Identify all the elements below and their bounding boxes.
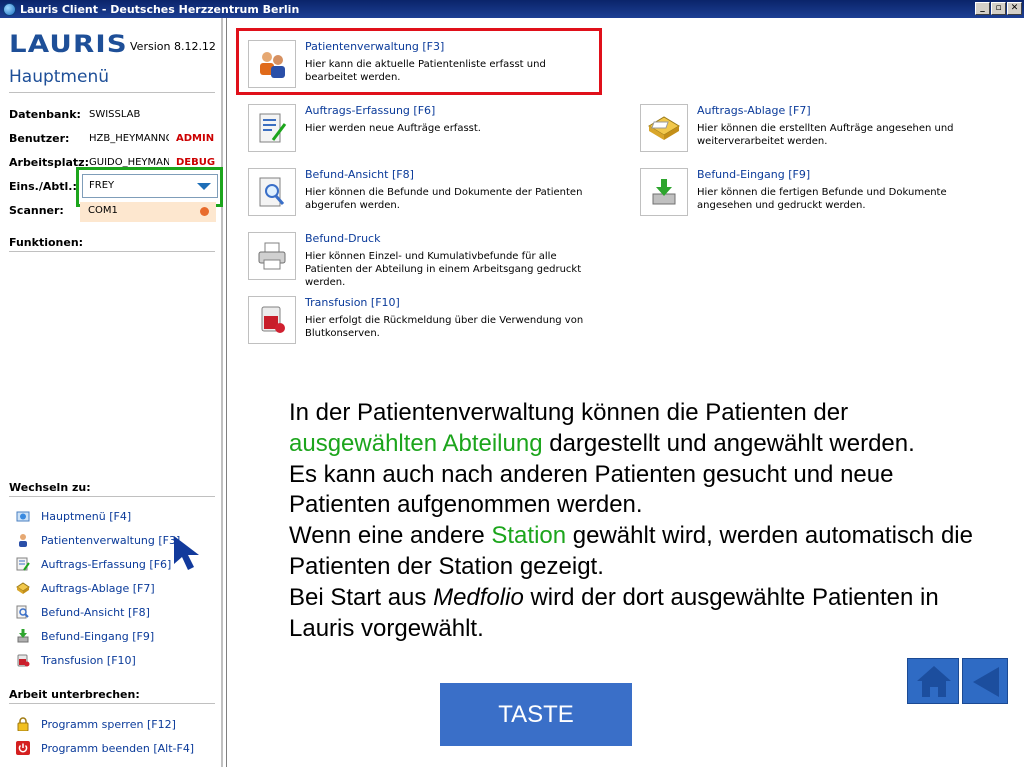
scanner-field[interactable]: COM1 [80, 202, 216, 222]
globe-icon [3, 2, 16, 16]
tray-icon [16, 582, 30, 594]
tile-desc: Hier können die erstellten Aufträge ange… [697, 123, 954, 147]
lauris-logo: LAURIS [9, 30, 128, 58]
db-label: Datenbank: [9, 108, 81, 121]
nav-label: Auftrags-Ablage [F7] [41, 581, 155, 595]
explanation-text: In der Patientenverwaltung können die Pa… [289, 398, 989, 644]
home-icon [917, 666, 951, 697]
minimize-button[interactable]: _ [975, 2, 990, 15]
nav-patientenverwaltung[interactable]: Patientenverwaltung [F3] [16, 532, 180, 548]
nav-auftrags-ablage[interactable]: Auftrags-Ablage [F7] [16, 580, 155, 596]
nav-label: Programm beenden [Alt-F4] [41, 741, 195, 755]
window-titlebar: Lauris Client - Deutsches Herzzentrum Be… [0, 0, 1024, 18]
taste-button[interactable]: TASTE [440, 683, 632, 746]
functions-title: Funktionen: [9, 236, 84, 249]
tile-desc: Hier können die fertigen Befunde und Dok… [697, 187, 947, 211]
tile-auftrags-erfassung[interactable]: Auftrags-Erfassung [F6] Hier werden neue… [248, 104, 598, 156]
nav-label: Befund-Ansicht [F8] [41, 605, 150, 619]
tile-desc: Hier erfolgt die Rückmeldung über die Ve… [305, 315, 584, 339]
pointer-arrow-icon [174, 536, 199, 570]
db-value: SWISSLAB [89, 109, 141, 120]
tile-title: Befund-Druck [305, 232, 381, 245]
home-globe-icon [16, 511, 30, 522]
explain-p1-end: dargestellt und angewählt werden. [542, 429, 915, 457]
explain-p1: In der Patientenverwaltung können die Pa… [289, 399, 849, 426]
tray-icon [640, 104, 688, 152]
explain-p3: Wenn eine andere [289, 522, 492, 550]
divider [9, 496, 215, 497]
window-title: Lauris Client - Deutsches Herzzentrum Be… [20, 2, 300, 16]
magnifier-doc-icon [248, 168, 296, 216]
dept-label: Eins./Abtl.: [9, 180, 77, 193]
power-icon [16, 741, 30, 755]
page-title: Hauptmenü [9, 67, 109, 87]
maximize-button[interactable]: ▫ [991, 2, 1006, 15]
printer-icon [248, 232, 296, 280]
tile-desc: Hier werden neue Aufträge erfasst. [305, 123, 481, 134]
back-button[interactable] [962, 658, 1008, 704]
form-edit-icon [16, 557, 30, 571]
divider [9, 92, 215, 93]
nav-transfusion[interactable]: Transfusion [F10] [16, 652, 136, 668]
lock-program-item[interactable]: Programm sperren [F12] [16, 716, 176, 732]
explain-p2: Es kann auch nach anderen Patienten gesu… [289, 460, 894, 519]
pause-title: Arbeit unterbrechen: [9, 688, 140, 701]
tile-befund-druck[interactable]: Befund-Druck Hier können Einzel- und Kum… [248, 232, 598, 288]
back-arrow-icon [973, 667, 999, 697]
tile-title: Befund-Eingang [F9] [697, 168, 811, 181]
download-box-icon [640, 168, 688, 216]
status-dot-icon [200, 207, 209, 216]
nav-hauptmenu[interactable]: Hauptmenü [F4] [16, 508, 131, 524]
form-edit-icon [248, 104, 296, 152]
switch-title: Wechseln zu: [9, 481, 91, 494]
version-label: Version 8.12.12 [130, 40, 216, 53]
quit-program-item[interactable]: Programm beenden [Alt-F4] [16, 740, 194, 756]
explain-p3-highlight: Station [491, 522, 567, 550]
tile-title: Auftrags-Ablage [F7] [697, 104, 811, 117]
explain-p4: Bei Start aus [289, 583, 434, 611]
tile-title: Befund-Ansicht [F8] [305, 168, 414, 181]
tile-auftrags-ablage[interactable]: Auftrags-Ablage [F7] Hier können die ers… [640, 104, 1010, 156]
nav-label: Befund-Eingang [F9] [41, 629, 155, 643]
user-label: Benutzer: [9, 132, 70, 145]
scanner-value: COM1 [88, 205, 118, 216]
nav-befund-ansicht[interactable]: Befund-Ansicht [F8] [16, 604, 150, 620]
scanner-label: Scanner: [9, 204, 64, 217]
tile-desc: Hier können Einzel- und Kumulativbefunde… [305, 251, 582, 288]
divider [9, 703, 215, 704]
lock-icon [17, 717, 29, 731]
magnifier-doc-icon [16, 605, 29, 619]
close-button[interactable]: ✕ [1007, 2, 1022, 15]
nav-label: Auftrags-Erfassung [F6] [41, 557, 172, 571]
tile-title: Auftrags-Erfassung [F6] [305, 104, 436, 117]
download-box-icon [17, 629, 29, 643]
patient-icon [19, 534, 27, 547]
nav-label: Programm sperren [F12] [41, 717, 176, 731]
nav-label: Transfusion [F10] [41, 653, 136, 667]
blood-bag-icon [17, 654, 30, 667]
highlight-dept [76, 167, 223, 207]
divider [9, 251, 215, 252]
tile-desc: Hier können die Befunde und Dokumente de… [305, 187, 583, 211]
explain-p4-italic: Medfolio [433, 583, 524, 611]
home-button[interactable] [907, 658, 959, 704]
user-tag: ADMIN [176, 133, 215, 144]
explain-p1-highlight: ausgewählten Abteilung [289, 429, 543, 457]
tile-transfusion[interactable]: Transfusion [F10] Hier erfolgt die Rückm… [248, 296, 598, 348]
tile-title: Transfusion [F10] [305, 296, 400, 309]
user-value: HZB_HEYMANNG [89, 133, 169, 144]
tile-befund-ansicht[interactable]: Befund-Ansicht [F8] Hier können die Befu… [248, 168, 598, 220]
blood-bag-icon [248, 296, 296, 344]
tile-befund-eingang[interactable]: Befund-Eingang [F9] Hier können die fert… [640, 168, 1010, 220]
nav-auftrags-erfassung[interactable]: Auftrags-Erfassung [F6] [16, 556, 171, 572]
nav-label: Patientenverwaltung [F3] [41, 533, 181, 547]
nav-befund-eingang[interactable]: Befund-Eingang [F9] [16, 628, 154, 644]
highlight-patientenverwaltung [236, 28, 602, 95]
nav-label: Hauptmenü [F4] [41, 509, 132, 523]
